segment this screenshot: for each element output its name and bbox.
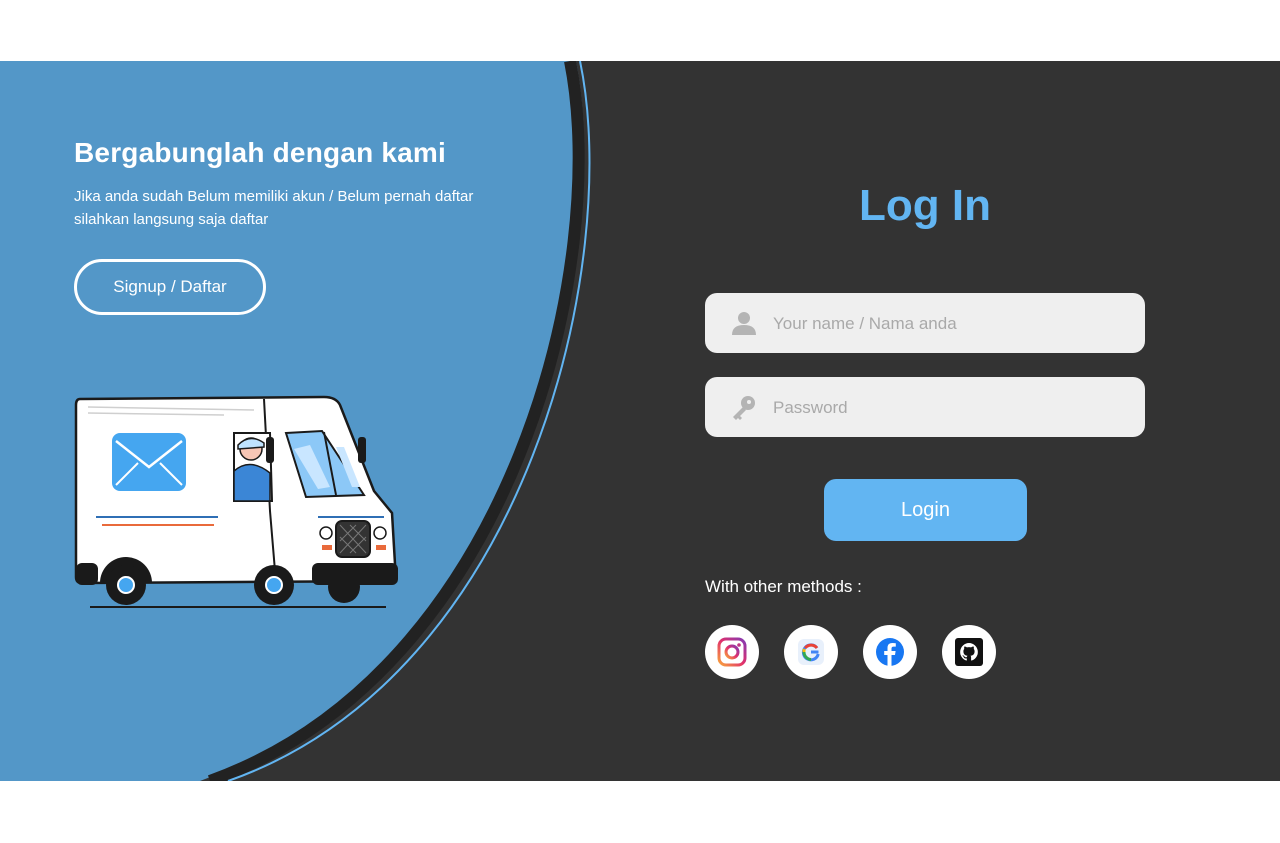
username-input[interactable] xyxy=(771,293,1135,355)
instagram-icon xyxy=(717,637,747,667)
facebook-icon xyxy=(876,638,904,666)
login-button[interactable]: Login xyxy=(824,479,1027,541)
google-icon xyxy=(798,639,824,665)
password-input[interactable] xyxy=(771,377,1135,439)
welcome-description: Jika anda sudah Belum memiliki akun / Be… xyxy=(74,188,474,228)
key-icon xyxy=(733,396,755,420)
welcome-title: Bergabunglah dengan kami xyxy=(74,137,446,168)
google-login-button[interactable] xyxy=(784,625,838,679)
instagram-login-button[interactable] xyxy=(705,625,759,679)
login-panel: Bergabunglah dengan kami Jika anda sudah… xyxy=(0,61,1280,781)
login-title: Log In xyxy=(859,181,991,230)
user-icon xyxy=(732,312,756,335)
github-login-button[interactable] xyxy=(942,625,996,679)
mail-van-illustration xyxy=(74,395,398,608)
other-methods-label: With other methods : xyxy=(705,577,862,596)
facebook-login-button[interactable] xyxy=(863,625,917,679)
password-field[interactable] xyxy=(705,377,1145,439)
username-field[interactable] xyxy=(705,293,1145,355)
github-icon xyxy=(955,638,983,666)
signup-button[interactable]: Signup / Daftar xyxy=(74,259,266,315)
